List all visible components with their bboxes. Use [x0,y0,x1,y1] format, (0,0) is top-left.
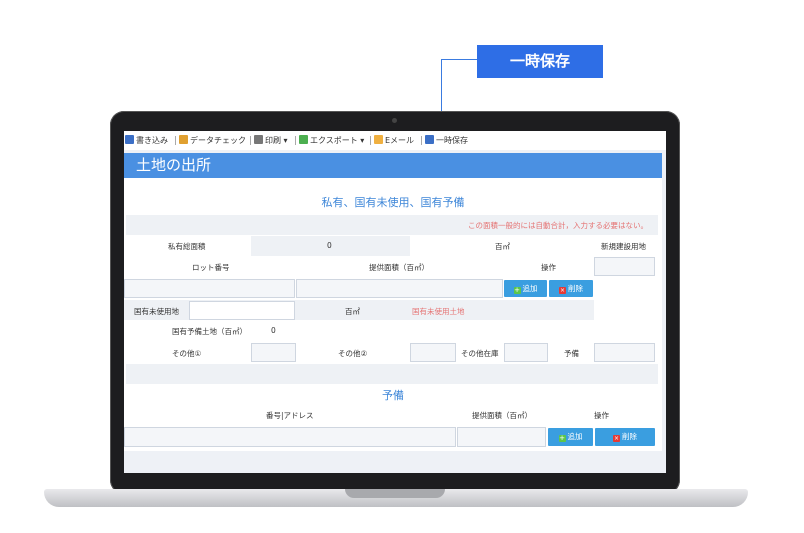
area-input[interactable] [296,279,503,298]
callout-line [441,59,477,60]
unused-note: 国有未使用土地 [412,307,465,316]
section2-area-input[interactable] [457,427,546,447]
number-address-input[interactable] [124,427,456,447]
save-icon [125,135,134,144]
operation-header: 操作 [541,263,556,272]
section2-operation-header: 操作 [594,411,609,420]
screen: 書き込み データチェック 印刷 ▾ エクスポート ▾ Eメール 一時保存 土地の… [124,131,666,473]
number-address-header: 番号|アドレス [266,411,314,420]
area-header: 提供面積（百㎡） [369,263,429,272]
unused-input[interactable] [189,301,295,320]
printer-icon [254,135,263,144]
section2-add-button[interactable]: + 追加 [548,428,593,446]
new-land-input[interactable] [594,257,655,276]
section1-footer [126,364,658,384]
delete-icon: × [559,287,566,294]
disk-icon [425,135,434,144]
private-total-value: 0 [327,241,332,250]
spare-label: 予備 [564,349,579,358]
private-total-label: 私有総面積 [168,242,206,251]
auto-sum-notice: この面積一般的には自動合計，入力する必要はない。 [468,221,648,230]
write-button[interactable]: 書き込み [125,134,168,147]
data-check-button[interactable]: データチェック [179,134,246,147]
print-button[interactable]: 印刷 ▾ [254,134,288,147]
section1-heading: 私有、国有未使用、国有予備 [321,196,465,209]
temp-save-button[interactable]: 一時保存 [425,134,468,147]
lot-number-input[interactable] [124,279,295,298]
delete-button[interactable]: × 削除 [549,280,593,297]
temp-save-callout: 一時保存 [477,45,603,78]
add-button[interactable]: + 追加 [504,280,547,297]
lot-number-header: ロット番号 [192,263,230,272]
spare-input[interactable] [594,343,655,362]
laptop-notch [345,489,445,498]
section2-heading: 予備 [382,389,404,402]
private-total-unit: 百㎡ [495,242,510,251]
other2-label: その他② [338,349,368,358]
other-stock-label: その他在庫 [461,349,499,358]
plus-icon: + [558,434,566,442]
reserve-value: 0 [271,326,276,335]
reserve-label: 国有予備土地（百㎡） [172,327,247,336]
toolbar: 書き込み データチェック 印刷 ▾ エクスポート ▾ Eメール 一時保存 [124,131,666,150]
unused-unit: 百㎡ [345,307,360,316]
page-title-bar: 土地の出所 [124,153,662,178]
new-land-label: 新規建設用地 [601,242,646,251]
section2-area-header: 提供面積（百㎡） [472,411,532,420]
wand-icon [179,135,188,144]
export-button[interactable]: エクスポート ▾ [299,134,364,147]
plus-icon: + [513,286,521,294]
other1-input[interactable] [251,343,296,362]
section2-delete-button[interactable]: × 削除 [595,428,655,446]
delete-icon: × [613,435,620,442]
unused-label: 国有未使用地 [134,307,179,316]
page-title: 土地の出所 [136,156,212,174]
other1-label: その他① [172,349,202,358]
mail-icon [374,135,383,144]
other-stock-input[interactable] [504,343,548,362]
other2-input[interactable] [410,343,456,362]
export-icon [299,135,308,144]
camera-icon [392,118,397,123]
email-button[interactable]: Eメール [374,134,414,147]
